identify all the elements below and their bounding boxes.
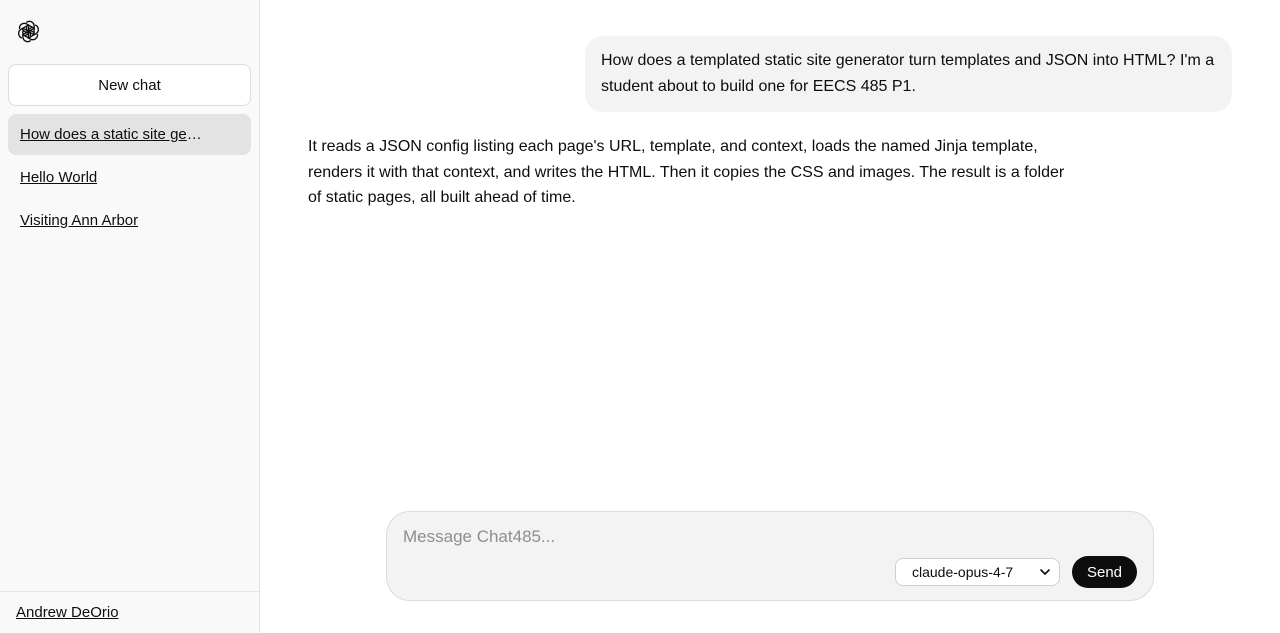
new-chat-button[interactable]: New chat: [8, 64, 251, 106]
chevron-down-icon: [1040, 569, 1050, 575]
user-profile-link[interactable]: Andrew DeOrio: [16, 604, 119, 621]
chat-history-link[interactable]: How does a static site gen...: [20, 126, 205, 143]
model-select-value: claude-opus-4-7: [912, 564, 1014, 580]
sidebar-footer: Andrew DeOrio: [0, 591, 259, 633]
openai-logo-icon[interactable]: [16, 19, 41, 44]
chat-history-link[interactable]: Visiting Ann Arbor: [20, 212, 138, 229]
chat-main: How does a templated static site generat…: [260, 0, 1280, 633]
chat-history-list: How does a static site gen... Hello Worl…: [8, 114, 251, 243]
assistant-message: It reads a JSON config listing each page…: [308, 138, 1065, 206]
user-message-bubble: How does a templated static site generat…: [585, 36, 1232, 112]
chat-history-item-ann-arbor[interactable]: Visiting Ann Arbor: [8, 200, 251, 241]
app-window: New chat How does a static site gen... H…: [0, 0, 1280, 633]
sidebar: New chat How does a static site gen... H…: [0, 0, 260, 633]
message-input[interactable]: [403, 524, 1123, 550]
chat-history-link[interactable]: Hello World: [20, 169, 97, 186]
model-select[interactable]: claude-opus-4-7: [895, 558, 1060, 586]
message-composer: claude-opus-4-7 Send: [386, 511, 1154, 601]
chat-history-item-hello-world[interactable]: Hello World: [8, 157, 251, 198]
send-button[interactable]: Send: [1072, 556, 1137, 588]
chat-history-item-static-site[interactable]: How does a static site gen...: [8, 114, 251, 155]
